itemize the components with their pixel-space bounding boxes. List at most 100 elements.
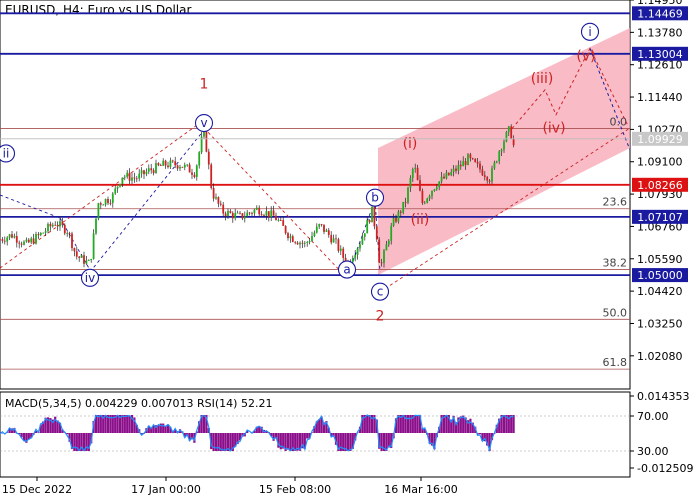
candle-body [81,255,83,258]
candle-body [340,249,342,251]
candle-body [244,216,246,218]
candle-body [146,172,148,175]
candle-body [270,210,272,217]
candle-body [45,231,47,233]
wave-label: iv [85,271,95,285]
candle-body [28,240,30,243]
candle-body [335,238,337,239]
macd-bar [73,433,75,451]
candle-body [119,184,121,187]
candle-body [234,213,236,218]
candle-body [71,234,73,249]
macd-bar [165,426,167,433]
candle-body [294,242,296,243]
candle-body [321,224,323,225]
wave-label: (iv) [542,121,565,137]
candle-body [186,165,188,166]
candle-body [297,243,299,245]
candle-body [35,234,37,243]
candle-body [220,204,222,205]
candle-body [482,169,484,175]
candle-body [126,173,128,177]
candle-body [172,161,174,162]
candle-body [314,233,316,236]
candle-body [64,225,66,234]
candle-body [213,188,215,199]
candle-body [254,210,256,214]
candle-body [21,244,23,245]
candle-body [414,168,416,169]
candle-body [510,126,512,138]
candle-body [285,226,287,233]
candle-body [287,233,289,238]
candle-body [86,260,88,263]
macd-bar [124,415,126,433]
price-tag-label: 1.14469 [637,7,683,20]
candle-body [105,199,107,205]
candle-body [369,220,371,222]
candle-body [59,221,61,226]
candle-body [174,161,176,165]
candle-body [153,170,155,173]
macd-bar [409,415,411,433]
y-tick-label: 1.14950 [637,0,683,7]
candle-body [484,175,486,177]
macd-bar [503,415,505,433]
candle-body [323,225,325,232]
candle-body [501,150,503,152]
candle-body [102,205,104,206]
candle-body [486,177,488,180]
macd-bar [287,433,289,450]
candle-body [2,239,4,241]
candle-body [359,244,361,248]
candle-body [357,248,359,254]
candle-body [290,236,292,238]
candle-body [496,161,498,162]
sub-y-tick-label: 30.00 [637,445,669,458]
candle-body [11,234,13,237]
candle-body [177,165,179,168]
candle-body [498,151,500,161]
macd-bar [129,415,131,433]
candle-body [378,240,380,263]
candle-body [278,220,280,221]
wave-label: (v) [576,49,595,65]
macd-bar [381,433,383,451]
candle-body [162,161,164,166]
candle-body [251,213,253,214]
x-tick-label: 15 Dec 2022 [2,483,72,496]
candle-body [232,213,234,218]
candle-body [429,196,431,199]
candle-body [491,168,493,181]
candle-body [52,225,54,227]
candle-body [422,191,424,203]
candle-body [249,213,251,214]
candle-body [107,199,109,203]
macd-bar [306,433,308,439]
candle-body [129,173,131,181]
candle-body [155,163,157,173]
candle-body [342,249,344,258]
candle-body [506,132,508,142]
candle-body [479,164,481,170]
candle-body [57,225,59,226]
candle-body [470,154,472,158]
wave-label: 1 [200,76,209,92]
candle-body [167,166,169,168]
candle-body [158,163,160,165]
candle-body [304,243,306,244]
current-price-label: 1.09929 [637,133,683,146]
candle-body [354,255,356,258]
candle-body [395,218,397,222]
candle-body [508,126,510,132]
candle-body [261,214,263,215]
candle-body [381,262,383,263]
candle-body [412,169,414,178]
candle-body [333,238,335,242]
candle-body [273,210,275,215]
candle-body [191,172,193,174]
candle-body [47,224,49,231]
candle-body [258,208,260,214]
candle-body [222,205,224,214]
y-tick-label: 1.13780 [637,26,683,39]
